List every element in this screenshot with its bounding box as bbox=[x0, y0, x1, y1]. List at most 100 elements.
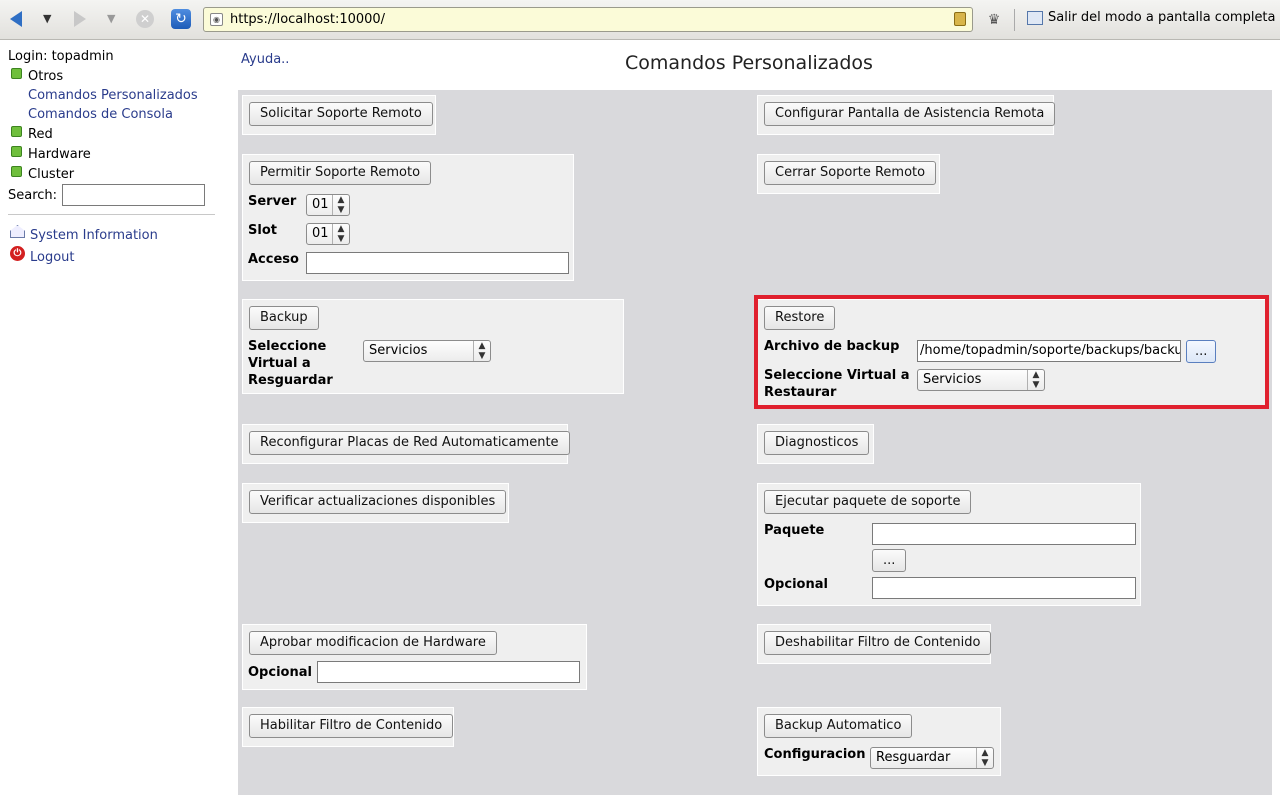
logout-link[interactable]: Logout bbox=[30, 250, 75, 265]
stop-button[interactable]: ✕ bbox=[136, 10, 154, 28]
aprobar-opcional-label: Opcional bbox=[248, 665, 312, 680]
system-information-link[interactable]: System Information bbox=[30, 228, 158, 243]
archivo-backup-browse-button[interactable]: ... bbox=[1186, 340, 1217, 363]
backup-virtual-select[interactable]: Servicios ▲ ▼ bbox=[363, 340, 491, 362]
exit-fullscreen-button[interactable]: Salir del modo a pantalla completa bbox=[1027, 10, 1276, 25]
url-text: https://localhost:10000/ bbox=[230, 12, 386, 27]
server-spinner[interactable]: 01 ▲ ▼ bbox=[306, 194, 350, 216]
browser-toolbar: ▼ ▼ ✕ ↻ ◉ https://localhost:10000/ ♛ Sal… bbox=[0, 0, 1280, 40]
aprobar-opcional-input[interactable] bbox=[317, 661, 580, 683]
paquete-browse-button[interactable]: ... bbox=[872, 549, 907, 572]
select-arrows-icon: ▲ ▼ bbox=[1027, 370, 1044, 390]
paquete-input[interactable] bbox=[872, 523, 1136, 545]
permitir-soporte-button[interactable]: Permitir Soporte Remoto bbox=[249, 161, 432, 185]
reconfigurar-placas-button[interactable]: Reconfigurar Placas de Red Automaticamen… bbox=[249, 431, 570, 455]
back-history-dropdown[interactable]: ▼ bbox=[43, 12, 51, 25]
configuracion-label: Configuracion bbox=[764, 747, 866, 762]
login-label: Login: topadmin bbox=[8, 49, 114, 64]
configurar-pantalla-box: Configurar Pantalla de Asistencia Remota bbox=[757, 95, 1056, 135]
select-arrows-icon: ▲ ▼ bbox=[976, 748, 993, 768]
server-label: Server bbox=[248, 194, 297, 209]
page-title: Comandos Personalizados bbox=[625, 52, 873, 74]
spinner-arrows-icon[interactable]: ▲ ▼ bbox=[332, 224, 349, 244]
aprobar-hardware-button[interactable]: Aprobar modificacion de Hardware bbox=[249, 631, 497, 655]
spinner-arrows-icon[interactable]: ▲ ▼ bbox=[332, 195, 349, 215]
expand-icon[interactable] bbox=[11, 166, 22, 177]
configuracion-select[interactable]: Resguardar ▲ ▼ bbox=[870, 747, 994, 769]
expand-icon[interactable] bbox=[11, 68, 22, 79]
stop-icon: ✕ bbox=[136, 10, 154, 28]
ejecutar-paquete-box: Ejecutar paquete de soporte Paquete ... … bbox=[757, 483, 1141, 606]
help-link[interactable]: Ayuda.. bbox=[241, 52, 289, 67]
configurar-pantalla-button[interactable]: Configurar Pantalla de Asistencia Remota bbox=[764, 102, 1056, 126]
acceso-label: Acceso bbox=[248, 252, 299, 267]
sidebar-item-otros[interactable]: Otros bbox=[28, 69, 63, 84]
seleccione-virtual-resguardar-label: Seleccione Virtual a Resguardar bbox=[248, 339, 333, 388]
fullscreen-icon bbox=[1027, 10, 1043, 25]
aprobar-hardware-box: Aprobar modificacion de Hardware Opciona… bbox=[242, 624, 587, 690]
verificar-actualizaciones-box: Verificar actualizaciones disponibles bbox=[242, 483, 509, 523]
diagnosticos-button[interactable]: Diagnosticos bbox=[764, 431, 870, 455]
cerrar-soporte-box: Cerrar Soporte Remoto bbox=[757, 154, 940, 194]
expand-icon[interactable] bbox=[11, 146, 22, 157]
permitir-soporte-box: Permitir Soporte Remoto Server 01 ▲ ▼ Slot… bbox=[242, 154, 574, 281]
verificar-actualizaciones-button[interactable]: Verificar actualizaciones disponibles bbox=[249, 490, 507, 514]
address-bar[interactable]: ◉ https://localhost:10000/ bbox=[203, 7, 973, 32]
chevron-down-icon: ▼ bbox=[43, 12, 52, 25]
back-button[interactable] bbox=[10, 11, 22, 27]
power-icon: ⏻ bbox=[10, 246, 25, 261]
archivo-backup-label: Archivo de backup bbox=[764, 339, 900, 354]
expand-icon[interactable] bbox=[11, 126, 22, 137]
search-input[interactable] bbox=[62, 184, 205, 206]
backup-automatico-box: Backup Automatico Configuracion Resguard… bbox=[757, 707, 1001, 776]
backup-automatico-button[interactable]: Backup Automatico bbox=[764, 714, 913, 738]
backup-virtual-value: Servicios bbox=[369, 343, 428, 358]
forward-arrow-icon bbox=[74, 11, 86, 27]
restore-virtual-select[interactable]: Servicios ▲ ▼ bbox=[917, 369, 1045, 391]
paquete-label: Paquete bbox=[764, 523, 825, 538]
solicitar-soporte-box: Solicitar Soporte Remoto bbox=[242, 95, 436, 135]
seleccione-virtual-restaurar-label: Seleccione Virtual a Restaurar bbox=[764, 368, 910, 400]
cerrar-soporte-button[interactable]: Cerrar Soporte Remoto bbox=[764, 161, 937, 185]
deshabilitar-filtro-button[interactable]: Deshabilitar Filtro de Contenido bbox=[764, 631, 992, 655]
forward-button[interactable] bbox=[74, 11, 86, 27]
deshabilitar-filtro-box: Deshabilitar Filtro de Contenido bbox=[757, 624, 992, 664]
slot-label: Slot bbox=[248, 223, 277, 238]
search-label: Search: bbox=[8, 188, 58, 203]
habilitar-filtro-button[interactable]: Habilitar Filtro de Contenido bbox=[249, 714, 454, 738]
sidebar-item-cluster[interactable]: Cluster bbox=[28, 167, 74, 182]
solicitar-soporte-button[interactable]: Solicitar Soporte Remoto bbox=[249, 102, 433, 126]
sidebar-item-comandos-consola[interactable]: Comandos de Consola bbox=[28, 107, 173, 122]
select-arrows-icon: ▲ ▼ bbox=[473, 341, 490, 361]
slot-spinner[interactable]: 01 ▲ ▼ bbox=[306, 223, 350, 245]
home-icon bbox=[10, 225, 25, 238]
opcional-input[interactable] bbox=[872, 577, 1136, 599]
diagnosticos-box: Diagnosticos bbox=[757, 424, 874, 464]
sidebar: Login: topadmin Otros Comandos Personali… bbox=[0, 40, 222, 805]
sidebar-item-hardware[interactable]: Hardware bbox=[28, 147, 91, 162]
restore-button[interactable]: Restore bbox=[764, 306, 836, 330]
sidebar-item-red[interactable]: Red bbox=[28, 127, 53, 142]
extension-icon[interactable]: ♛ bbox=[986, 11, 1002, 29]
ejecutar-paquete-button[interactable]: Ejecutar paquete de soporte bbox=[764, 490, 972, 514]
backup-button[interactable]: Backup bbox=[249, 306, 319, 330]
configuracion-value: Resguardar bbox=[876, 750, 951, 765]
slot-value: 01 bbox=[312, 226, 329, 241]
forward-history-dropdown[interactable]: ▼ bbox=[107, 12, 115, 25]
opcional-label: Opcional bbox=[764, 577, 828, 592]
habilitar-filtro-box: Habilitar Filtro de Contenido bbox=[242, 707, 454, 747]
backup-box: Backup Seleccione Virtual a Resguardar S… bbox=[242, 299, 624, 394]
toolbar-separator bbox=[1014, 9, 1015, 31]
site-identity-icon: ◉ bbox=[210, 13, 223, 26]
chevron-down-icon: ▼ bbox=[107, 12, 116, 25]
reconfigurar-placas-box: Reconfigurar Placas de Red Automaticamen… bbox=[242, 424, 570, 464]
restore-box: Restore Archivo de backup /home/topadmin… bbox=[757, 299, 1268, 406]
lock-icon[interactable] bbox=[954, 12, 966, 26]
archivo-backup-input[interactable]: /home/topadmin/soporte/backups/backu bbox=[917, 340, 1181, 362]
restore-virtual-value: Servicios bbox=[923, 372, 982, 387]
back-arrow-icon bbox=[10, 11, 22, 27]
sidebar-divider bbox=[8, 214, 215, 215]
reload-button[interactable]: ↻ bbox=[171, 9, 191, 29]
sidebar-item-comandos-personalizados[interactable]: Comandos Personalizados bbox=[28, 88, 198, 103]
acceso-input[interactable] bbox=[306, 252, 569, 274]
